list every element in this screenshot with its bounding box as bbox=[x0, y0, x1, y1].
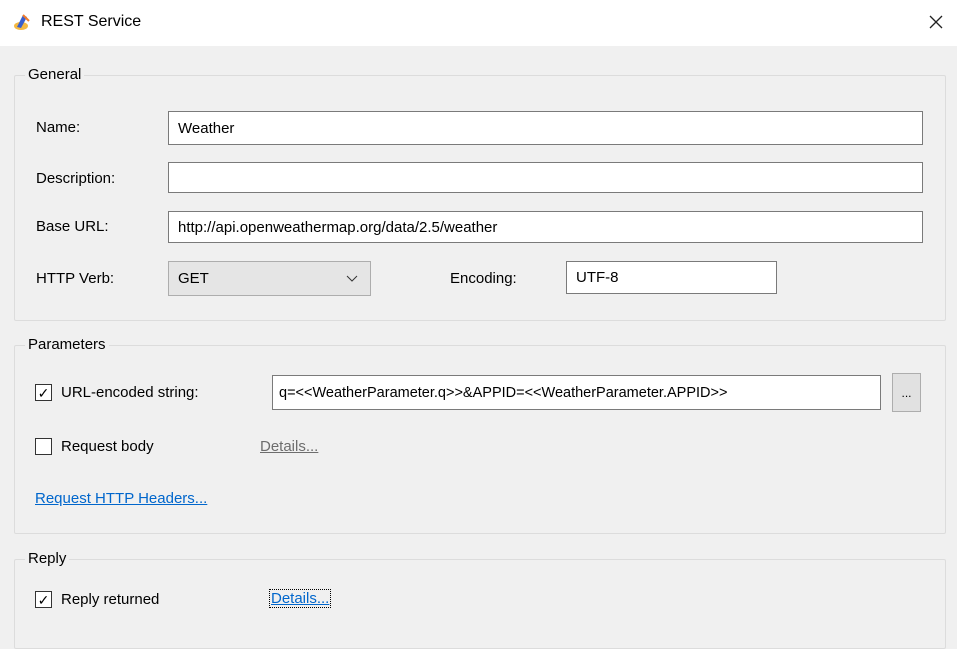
url-encoded-checkbox[interactable]: ✓ bbox=[35, 384, 52, 401]
browse-button[interactable]: ... bbox=[892, 373, 921, 412]
encoding-label: Encoding: bbox=[450, 270, 517, 287]
base-url-input[interactable]: http://api.openweathermap.org/data/2.5/w… bbox=[168, 211, 923, 243]
encoding-input[interactable]: UTF-8 bbox=[566, 261, 777, 294]
reply-legend: Reply bbox=[25, 550, 70, 567]
request-body-checkbox[interactable] bbox=[35, 438, 52, 455]
title-bar bbox=[0, 0, 957, 46]
http-verb-value: GET bbox=[178, 270, 209, 287]
request-body-details-link[interactable]: Details... bbox=[260, 438, 318, 455]
reply-returned-checkbox[interactable]: ✓ bbox=[35, 591, 52, 608]
rest-service-icon bbox=[14, 14, 30, 30]
description-input[interactable] bbox=[168, 162, 923, 193]
request-body-label: Request body bbox=[61, 438, 154, 455]
window-title: REST Service bbox=[41, 13, 142, 30]
chevron-down-icon bbox=[346, 275, 358, 282]
reply-returned-label: Reply returned bbox=[61, 591, 160, 608]
close-icon[interactable] bbox=[928, 14, 944, 30]
reply-details-link[interactable]: Details... bbox=[268, 589, 332, 608]
general-legend: General bbox=[25, 66, 85, 83]
base-url-label: Base URL: bbox=[36, 218, 109, 235]
http-verb-label: HTTP Verb: bbox=[36, 270, 115, 287]
request-http-headers-link[interactable]: Request HTTP Headers... bbox=[35, 490, 207, 507]
name-label: Name: bbox=[36, 119, 81, 136]
url-encoded-label: URL-encoded string: bbox=[61, 384, 199, 401]
url-encoded-input[interactable]: q=<<WeatherParameter.q>>&APPID=<<Weather… bbox=[272, 375, 881, 410]
http-verb-select[interactable]: GET bbox=[168, 261, 371, 296]
parameters-legend: Parameters bbox=[25, 336, 109, 353]
description-label: Description: bbox=[36, 170, 116, 187]
name-input[interactable]: Weather bbox=[168, 111, 923, 145]
